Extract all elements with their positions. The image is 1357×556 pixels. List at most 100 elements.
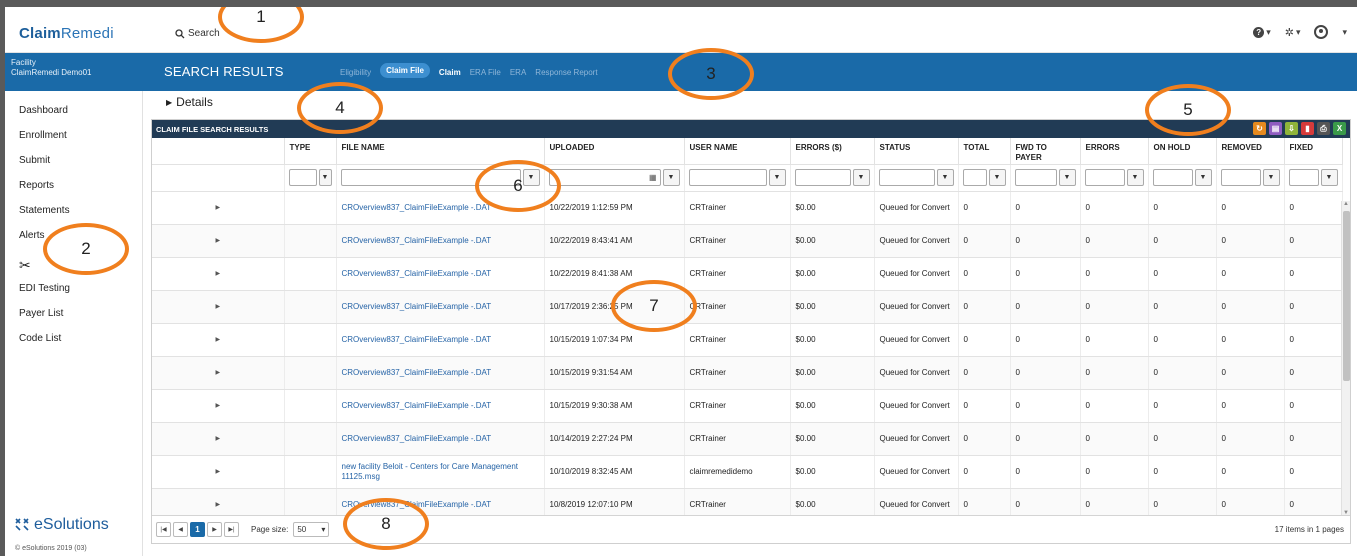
column-header[interactable]: FIXED	[1284, 138, 1343, 165]
app-logo[interactable]: ClaimRemedi	[19, 25, 114, 42]
sidebar-item-enrollment[interactable]: Enrollment	[5, 130, 142, 155]
expand-row-icon[interactable]: ▶	[152, 356, 285, 390]
table-row[interactable]: ▶ CROverview837_ClaimFileExample -.DAT 10/…	[152, 323, 1343, 357]
filter-input[interactable]	[1288, 169, 1319, 186]
filter-icon[interactable]: ▼	[318, 169, 332, 186]
sidebar-item-payer-list[interactable]: Payer List	[5, 308, 142, 333]
table-row[interactable]: ▶ CROverview837_ClaimFileExample -.DAT 10/…	[152, 224, 1343, 258]
filter-icon[interactable]: ▼	[852, 169, 870, 186]
expand-row-icon[interactable]: ▶	[152, 389, 285, 423]
calendar-icon[interactable]: ▦	[649, 173, 657, 183]
filter-icon[interactable]: ▼	[768, 169, 786, 186]
filter-icon[interactable]: ▼	[988, 169, 1006, 186]
filter-input[interactable]	[688, 169, 767, 186]
column-header[interactable]: TYPE	[284, 138, 337, 165]
sidebar-item-code-list[interactable]: Code List	[5, 333, 142, 358]
table-row[interactable]: ▶ CROverview837_ClaimFileExample -.DAT 10/…	[152, 290, 1343, 324]
filter-input[interactable]	[878, 169, 935, 186]
prev-page-icon[interactable]: ◀	[173, 522, 188, 537]
table-row[interactable]: ▶ CROverview837_ClaimFileExample -.DAT 10/…	[152, 356, 1343, 390]
next-page-icon[interactable]: ▶	[207, 522, 222, 537]
filter-icon[interactable]: ▼	[1058, 169, 1076, 186]
filter-icon[interactable]: ▼	[1320, 169, 1338, 186]
tab-claim[interactable]: Claim	[439, 68, 461, 77]
scroll-thumb[interactable]	[1343, 211, 1350, 381]
search-button[interactable]: Search	[175, 28, 220, 39]
tab-response-report[interactable]: Response Report	[535, 68, 597, 77]
user-avatar-icon[interactable]	[1314, 25, 1329, 39]
date-filter-input[interactable]: ▦	[548, 169, 661, 186]
expand-row-icon[interactable]: ▶	[152, 224, 285, 258]
column-chooser-icon[interactable]: ▤	[1269, 122, 1282, 135]
expand-row-icon[interactable]: ▶	[152, 422, 285, 456]
expand-row-icon[interactable]: ▶	[152, 191, 285, 225]
table-row[interactable]: ▶ CROverview837_ClaimFileExample -.DAT 10/…	[152, 422, 1343, 456]
filter-icon[interactable]: ▼	[936, 169, 954, 186]
filter-icon[interactable]: ▼	[1126, 169, 1144, 186]
last-page-icon[interactable]: ▶|	[224, 522, 239, 537]
filter-input[interactable]	[1014, 169, 1057, 186]
print-icon[interactable]: ⎙	[1317, 122, 1330, 135]
facility-selector[interactable]: Facility ClaimRemedi Demo01	[5, 53, 143, 91]
file-name-link[interactable]: CROverview837_ClaimFileExample -.DAT	[336, 389, 545, 423]
filter-input[interactable]	[962, 169, 987, 186]
column-header[interactable]: TOTAL	[958, 138, 1011, 165]
tab-claim-file[interactable]: Claim File	[380, 63, 430, 78]
export-icon[interactable]: ⇩	[1285, 122, 1298, 135]
expand-row-icon[interactable]: ▶	[152, 455, 285, 489]
sidebar-item-submit[interactable]: Submit	[5, 155, 142, 180]
excel-icon[interactable]: X	[1333, 122, 1346, 135]
table-row[interactable]: ▶ new facility Beloit - Centers for Care …	[152, 455, 1343, 489]
page-size-select[interactable]: 50 ▾	[293, 522, 330, 537]
sidebar-item-dashboard[interactable]: Dashboard	[5, 105, 142, 130]
cell-errors: 0	[1080, 191, 1149, 225]
cell-removed: 0	[1216, 323, 1285, 357]
sidebar-item-reports[interactable]: Reports	[5, 180, 142, 205]
expand-row-icon[interactable]: ▶	[152, 323, 285, 357]
filter-icon[interactable]: ▼	[662, 169, 680, 186]
file-name-link[interactable]: CROverview837_ClaimFileExample -.DAT	[336, 323, 545, 357]
cell-hold: 0	[1148, 224, 1217, 258]
filter-input[interactable]	[288, 169, 317, 186]
column-header[interactable]: REMOVED	[1216, 138, 1285, 165]
column-header[interactable]: ERRORS	[1080, 138, 1149, 165]
column-header[interactable]: USER NAME	[684, 138, 791, 165]
tab-eligibility[interactable]: Eligibility	[340, 68, 371, 77]
filter-icon[interactable]: ▼	[1262, 169, 1280, 186]
file-name-link[interactable]: CROverview837_ClaimFileExample -.DAT	[336, 356, 545, 390]
file-name-link[interactable]: CROverview837_ClaimFileExample -.DAT	[336, 224, 545, 258]
filter-input[interactable]	[794, 169, 851, 186]
filter-input[interactable]	[1220, 169, 1261, 186]
page-button-current[interactable]: 1	[190, 522, 205, 537]
help-menu[interactable]: ? ▾	[1253, 26, 1271, 38]
scroll-up-icon[interactable]: ▲	[1343, 201, 1349, 207]
file-name-link[interactable]: CROverview837_ClaimFileExample -.DAT	[336, 290, 545, 324]
filter-icon[interactable]: ▼	[1194, 169, 1212, 186]
user-menu-chevron-icon[interactable]: ▾	[1342, 27, 1347, 38]
expand-row-icon[interactable]: ▶	[152, 257, 285, 291]
table-row[interactable]: ▶ CROverview837_ClaimFileExample -.DAT 10/…	[152, 389, 1343, 423]
filter-input[interactable]	[1084, 169, 1125, 186]
tab-era[interactable]: ERA	[510, 68, 526, 77]
details-toggle[interactable]: ▶ Details	[166, 95, 213, 109]
expand-row-icon[interactable]: ▶	[152, 290, 285, 324]
column-header[interactable]: ON HOLD	[1148, 138, 1217, 165]
file-name-link[interactable]: CROverview837_ClaimFileExample -.DAT	[336, 257, 545, 291]
settings-menu[interactable]: ✲ ▾	[1285, 26, 1301, 39]
cell-hold: 0	[1148, 422, 1217, 456]
tab-era-file[interactable]: ERA File	[470, 68, 501, 77]
table-row[interactable]: ▶ CROverview837_ClaimFileExample -.DAT 10/…	[152, 191, 1343, 225]
column-header[interactable]: STATUS	[874, 138, 959, 165]
grid-scrollbar[interactable]: ▲ ▼	[1341, 201, 1350, 516]
filter-input[interactable]	[1152, 169, 1193, 186]
delete-icon[interactable]: ▮	[1301, 122, 1314, 135]
refresh-icon[interactable]: ↻	[1253, 122, 1266, 135]
column-header[interactable]: FWD TO PAYER	[1010, 138, 1081, 165]
file-name-link[interactable]: CROverview837_ClaimFileExample -.DAT	[336, 422, 545, 456]
first-page-icon[interactable]: |◀	[156, 522, 171, 537]
column-header[interactable]: UPLOADED	[544, 138, 685, 165]
table-row[interactable]: ▶ CROverview837_ClaimFileExample -.DAT 10/…	[152, 257, 1343, 291]
sidebar-item-edi-testing[interactable]: EDI Testing	[5, 283, 142, 308]
file-name-link[interactable]: new facility Beloit - Centers for Care M…	[336, 455, 545, 489]
column-header[interactable]: ERRORS ($)	[790, 138, 875, 165]
